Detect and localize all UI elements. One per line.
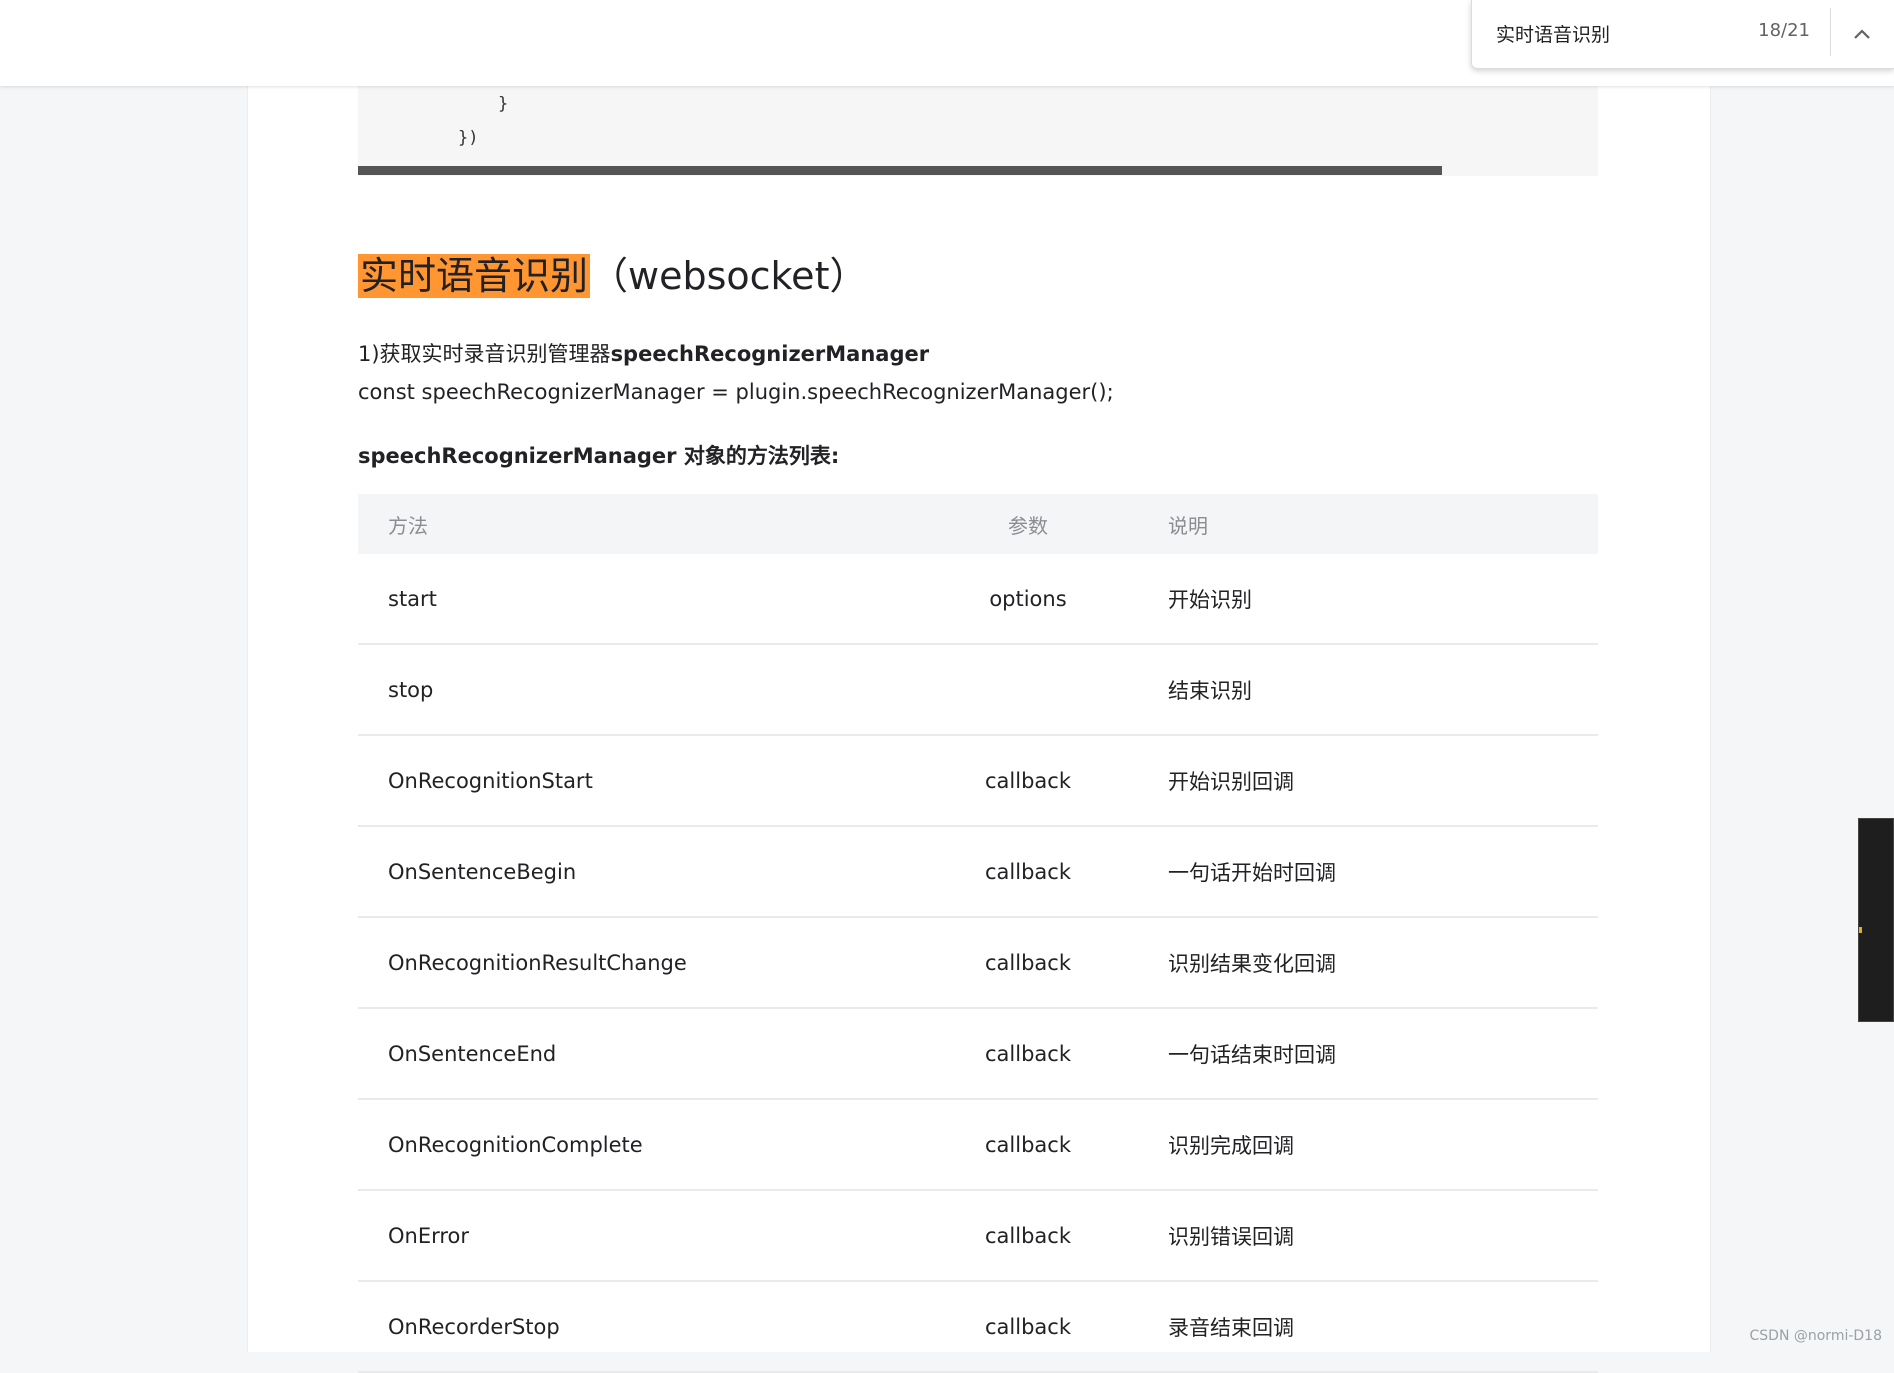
chevron-up-icon bbox=[1854, 29, 1870, 39]
cell-method: OnError bbox=[358, 1190, 918, 1282]
cell-method: start bbox=[358, 554, 918, 645]
cell-param: callback bbox=[918, 1190, 1138, 1282]
cell-param: callback bbox=[918, 735, 1138, 827]
cell-desc: 识别错误回调 bbox=[1138, 1190, 1598, 1282]
section-heading: 实时语音识别（websocket） bbox=[358, 250, 867, 302]
cell-param: callback bbox=[918, 917, 1138, 1009]
search-highlight: 实时语音识别 bbox=[358, 254, 591, 298]
table-row: OnRecorderStop callback 录音结束回调 bbox=[358, 1281, 1598, 1373]
header-method: 方法 bbox=[358, 494, 918, 554]
cell-desc: 开始识别 bbox=[1138, 554, 1598, 645]
cell-desc: 识别结果变化回调 bbox=[1138, 917, 1598, 1009]
step-1-prefix: 1)获取实时录音识别管理器 bbox=[358, 342, 611, 366]
cell-method: OnSentenceBegin bbox=[358, 826, 918, 918]
cell-desc: 录音结束回调 bbox=[1138, 1281, 1598, 1373]
cell-param: callback bbox=[918, 1281, 1138, 1373]
table-row: OnRecognitionComplete callback 识别完成回调 bbox=[358, 1099, 1598, 1191]
cell-desc: 开始识别回调 bbox=[1138, 735, 1598, 827]
find-previous-button[interactable] bbox=[1842, 14, 1882, 54]
cell-param: callback bbox=[918, 826, 1138, 918]
find-in-page-bar: 18/21 bbox=[1471, 0, 1894, 69]
find-match-count: 18/21 bbox=[1758, 20, 1810, 41]
header-desc: 说明 bbox=[1138, 494, 1598, 554]
find-input[interactable] bbox=[1496, 18, 1696, 48]
cell-param: options bbox=[918, 554, 1138, 645]
table-header-row: 方法 参数 说明 bbox=[358, 494, 1598, 554]
table-row: OnSentenceEnd callback 一句话结束时回调 bbox=[358, 1008, 1598, 1100]
cell-desc: 一句话开始时回调 bbox=[1138, 826, 1598, 918]
code-block: } }) bbox=[358, 86, 1598, 176]
cell-method: OnSentenceEnd bbox=[358, 1008, 918, 1100]
cell-method: OnRecognitionResultChange bbox=[358, 917, 918, 1009]
methods-title: speechRecognizerManager 对象的方法列表: bbox=[358, 444, 840, 468]
cell-method: OnRecognitionComplete bbox=[358, 1099, 918, 1191]
find-divider bbox=[1830, 8, 1831, 56]
cell-method: stop bbox=[358, 644, 918, 736]
cell-method: OnRecognitionStart bbox=[358, 735, 918, 827]
code-line: } bbox=[498, 94, 509, 114]
cell-desc: 识别完成回调 bbox=[1138, 1099, 1598, 1191]
code-line: }) bbox=[458, 128, 479, 148]
cell-param: callback bbox=[918, 1008, 1138, 1100]
cell-param: callback bbox=[918, 1099, 1138, 1191]
step-1-bold: speechRecognizerManager bbox=[610, 342, 930, 366]
watermark: CSDN @normi-D18 bbox=[1749, 1328, 1883, 1344]
cell-desc: 结束识别 bbox=[1138, 644, 1598, 736]
cell-desc: 一句话结束时回调 bbox=[1138, 1008, 1598, 1100]
cell-method: OnRecorderStop bbox=[358, 1281, 918, 1373]
table-row: OnRecognitionStart callback 开始识别回调 bbox=[358, 735, 1598, 827]
methods-table: 方法 参数 说明 start options 开始识别 stop 结束识别 On… bbox=[358, 494, 1598, 1373]
heading-suffix: （websocket） bbox=[590, 254, 868, 298]
floating-code-thumbnail[interactable] bbox=[1858, 818, 1894, 1022]
step-1-text: 1)获取实时录音识别管理器speechRecognizerManager bbox=[358, 338, 929, 368]
table-row: OnRecognitionResultChange callback 识别结果变… bbox=[358, 917, 1598, 1009]
table-row: OnSentenceBegin callback 一句话开始时回调 bbox=[358, 826, 1598, 918]
thumbnail-marker bbox=[1859, 927, 1862, 933]
table-row: start options 开始识别 bbox=[358, 554, 1598, 645]
cell-param bbox=[918, 644, 1138, 736]
table-row: stop 结束识别 bbox=[358, 644, 1598, 736]
header-param: 参数 bbox=[918, 494, 1138, 554]
code-line-text: const speechRecognizerManager = plugin.s… bbox=[358, 380, 1114, 404]
code-horizontal-scrollbar[interactable] bbox=[358, 166, 1442, 175]
article-content: } }) 实时语音识别（websocket） 1)获取实时录音识别管理器spee… bbox=[247, 86, 1711, 1373]
table-row: OnError callback 识别错误回调 bbox=[358, 1190, 1598, 1282]
